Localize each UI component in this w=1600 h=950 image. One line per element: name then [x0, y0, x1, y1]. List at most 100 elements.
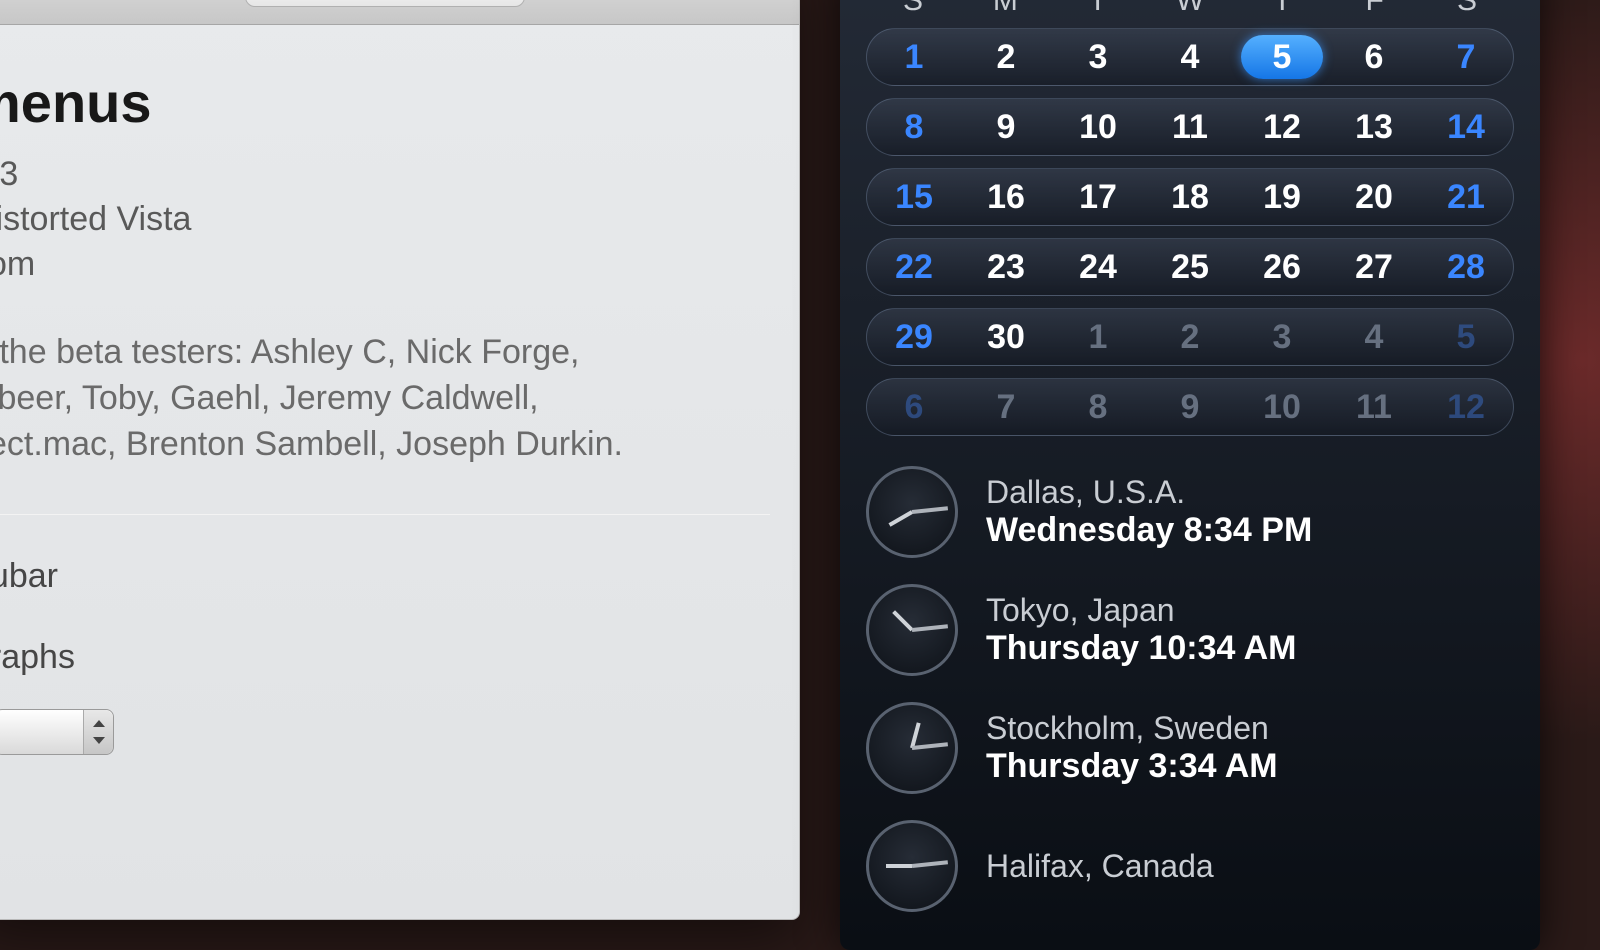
minute-hand — [912, 506, 948, 514]
calendar-day[interactable]: 7 — [965, 385, 1047, 429]
calendar-day[interactable]: 8 — [873, 105, 955, 149]
weekday-label: T — [1057, 0, 1139, 18]
clock-item[interactable]: Dallas, U.S.A.Wednesday 8:34 PM — [866, 466, 1514, 558]
weekday-label: T — [1241, 0, 1323, 18]
calendar-row: 15161718192021 — [866, 168, 1514, 226]
calendar-day[interactable]: 17 — [1057, 175, 1139, 219]
calendar-row: 891011121314 — [866, 98, 1514, 156]
credits-line: o the beta testers: Ashley C, Nick Forge… — [0, 330, 769, 376]
calendar-weekdays: SMTWTFS — [872, 0, 1508, 18]
clock-city: Stockholm, Sweden — [986, 710, 1278, 747]
calendar-day[interactable]: 11 — [1149, 105, 1231, 149]
calendar-day[interactable]: 28 — [1425, 245, 1507, 289]
clock-time: Wednesday 8:34 PM — [986, 511, 1312, 550]
clock-item[interactable]: Stockholm, SwedenThursday 3:34 AM — [866, 702, 1514, 794]
calendar-day[interactable]: 2 — [965, 35, 1047, 79]
calendar-day[interactable]: 15 — [873, 175, 955, 219]
calendar-day[interactable]: 1 — [1057, 315, 1139, 359]
clock-dial-icon — [866, 702, 958, 794]
calendar-day[interactable]: 5 — [1425, 315, 1507, 359]
weekday-label: F — [1334, 0, 1416, 18]
calendar-day[interactable]: 9 — [965, 105, 1047, 149]
calendar-day[interactable]: 23 — [965, 245, 1047, 289]
calendar-day[interactable]: 16 — [965, 175, 1047, 219]
calendar-day[interactable]: 10 — [1057, 105, 1139, 149]
popup-button[interactable] — [0, 709, 114, 755]
minute-hand — [912, 742, 948, 750]
divider — [0, 514, 770, 515]
calendar-day[interactable]: 1 — [873, 35, 955, 79]
clock-time: Thursday 10:34 AM — [986, 629, 1297, 668]
clock-text: Tokyo, JapanThursday 10:34 AM — [986, 592, 1297, 668]
clock-city: Dallas, U.S.A. — [986, 474, 1312, 511]
contact-label: com — [0, 245, 769, 284]
calendar-day[interactable]: 30 — [965, 315, 1047, 359]
clock-dial-icon — [866, 584, 958, 676]
version-label: 1.3 — [0, 155, 769, 194]
hour-hand — [886, 864, 912, 868]
calendar-day[interactable]: 6 — [1333, 35, 1415, 79]
calendar-day[interactable]: 21 — [1425, 175, 1507, 219]
clock-city: Tokyo, Japan — [986, 592, 1297, 629]
hour-hand — [892, 610, 913, 631]
checkbox-row-graphs[interactable]: graphs — [0, 638, 769, 677]
app-title: menus — [0, 70, 769, 135]
vendor-label: Distorted Vista — [0, 200, 769, 239]
calendar-day[interactable]: 25 — [1149, 245, 1231, 289]
calendar-day[interactable]: 19 — [1241, 175, 1323, 219]
clock-item[interactable]: Tokyo, JapanThursday 10:34 AM — [866, 584, 1514, 676]
calendar-day[interactable]: 6 — [873, 385, 955, 429]
calendar-day[interactable]: 12 — [1425, 385, 1507, 429]
calendar-day[interactable]: 3 — [1057, 35, 1139, 79]
calendar-day[interactable]: 13 — [1333, 105, 1415, 149]
preferences-window: menus 1.3 Distorted Vista com o the beta… — [0, 0, 800, 920]
calendar-day[interactable]: 26 — [1241, 245, 1323, 289]
sidebar-widget: SMTWTFS 12345678910111213141516171819202… — [840, 0, 1540, 950]
hour-hand — [888, 510, 913, 526]
tabbar — [0, 0, 799, 25]
calendar-day[interactable]: 5 — [1241, 35, 1323, 79]
clock-text: Stockholm, SwedenThursday 3:34 AM — [986, 710, 1278, 786]
checkbox-row-menubar[interactable]: nubar — [0, 557, 769, 596]
calendar-row: 6789101112 — [866, 378, 1514, 436]
clock-time: Thursday 3:34 AM — [986, 747, 1278, 786]
clock-dial-icon — [866, 820, 958, 912]
calendar-day[interactable]: 8 — [1057, 385, 1139, 429]
calendar-row: 293012345 — [866, 308, 1514, 366]
weekday-label: S — [872, 0, 954, 18]
calendar-day[interactable]: 11 — [1333, 385, 1415, 429]
calendar-row: 1234567 — [866, 28, 1514, 86]
calendar-day[interactable]: 20 — [1333, 175, 1415, 219]
weekday-label: W — [1149, 0, 1231, 18]
calendar-day[interactable]: 2 — [1149, 315, 1231, 359]
clock-text: Halifax, Canada — [986, 848, 1214, 885]
calendar-day[interactable]: 22 — [873, 245, 955, 289]
clock-city: Halifax, Canada — [986, 848, 1214, 885]
minute-hand — [912, 860, 948, 868]
weekday-label: S — [1426, 0, 1508, 18]
minute-hand — [912, 624, 948, 632]
world-clocks: Dallas, U.S.A.Wednesday 8:34 PM Tokyo, Ja… — [866, 466, 1514, 912]
calendar-day[interactable]: 7 — [1425, 35, 1507, 79]
calendar-day[interactable]: 12 — [1241, 105, 1323, 149]
chevron-updown-icon — [83, 710, 113, 754]
calendar-day[interactable]: 18 — [1149, 175, 1231, 219]
calendar-day[interactable]: 3 — [1241, 315, 1323, 359]
calendar-day[interactable]: 4 — [1149, 35, 1231, 79]
calendar-day[interactable]: 10 — [1241, 385, 1323, 429]
credits-block: o the beta testers: Ashley C, Nick Forge… — [0, 330, 769, 468]
clock-dial-icon — [866, 466, 958, 558]
calendar-row: 22232425262728 — [866, 238, 1514, 296]
calendar-day[interactable]: 27 — [1333, 245, 1415, 289]
weekday-label: M — [964, 0, 1046, 18]
calendar-day[interactable]: 9 — [1149, 385, 1231, 429]
calendar-grid: 1234567891011121314151617181920212223242… — [866, 28, 1514, 436]
calendar-day[interactable]: 4 — [1333, 315, 1415, 359]
calendar-day[interactable]: 29 — [873, 315, 955, 359]
credits-line: itect.mac, Brenton Sambell, Joseph Durki… — [0, 422, 769, 468]
calendar-day[interactable]: 24 — [1057, 245, 1139, 289]
segmented-control[interactable] — [245, 0, 525, 7]
calendar-day[interactable]: 14 — [1425, 105, 1507, 149]
clock-text: Dallas, U.S.A.Wednesday 8:34 PM — [986, 474, 1312, 550]
clock-item[interactable]: Halifax, Canada — [866, 820, 1514, 912]
